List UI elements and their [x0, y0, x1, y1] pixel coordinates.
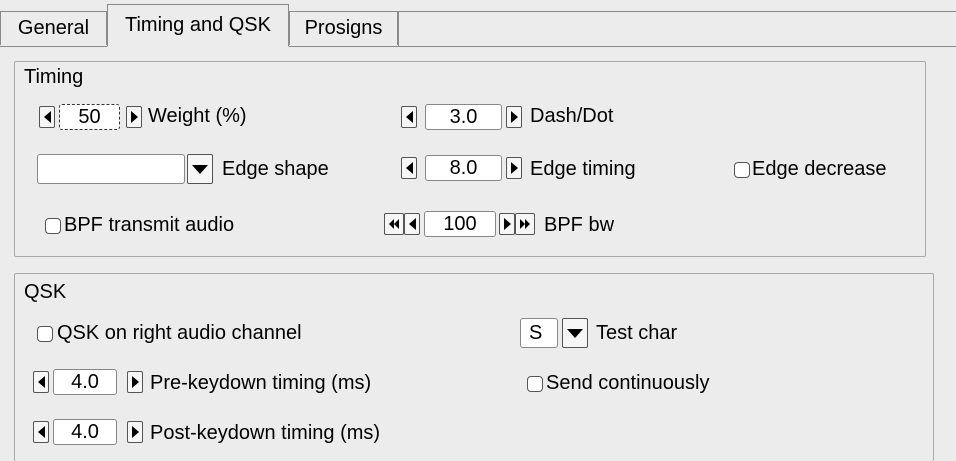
left-arrow-icon — [37, 376, 45, 388]
weight-decrease-button[interactable] — [39, 106, 55, 128]
test-char-label: Test char — [596, 322, 678, 344]
edge-shape-input[interactable] — [37, 154, 185, 184]
double-left-arrow-icon — [389, 219, 399, 229]
bpf-bw-increase-button[interactable] — [499, 213, 515, 235]
edge-timing-input[interactable]: 8.0 — [425, 155, 502, 181]
post-keydown-decrease-button[interactable] — [33, 421, 49, 443]
left-arrow-icon — [408, 218, 416, 230]
right-arrow-icon — [510, 111, 518, 123]
test-char-dropdown-button[interactable] — [562, 318, 588, 348]
right-arrow-icon — [130, 111, 138, 123]
bpf-bw-input[interactable]: 100 — [424, 211, 496, 237]
pre-keydown-label: Pre-keydown timing (ms) — [150, 372, 372, 394]
edge-timing-decrease-button[interactable] — [401, 157, 417, 179]
tab-label: Prosigns — [304, 17, 383, 39]
weight-label: Weight (%) — [148, 105, 247, 127]
bpf-transmit-audio-checkbox[interactable] — [45, 218, 61, 234]
left-arrow-icon — [405, 162, 413, 174]
dashdot-label: Dash/Dot — [530, 105, 614, 127]
bpf-bw-label: BPF bw — [544, 214, 615, 236]
chevron-down-icon — [192, 164, 208, 174]
bpf-bw-decrease-button[interactable] — [404, 213, 420, 235]
timing-group-title: Timing — [24, 66, 84, 88]
qsk-right-channel-label: QSK on right audio channel — [57, 322, 302, 344]
edge-decrease-checkbox[interactable] — [734, 162, 750, 178]
pre-keydown-input[interactable]: 4.0 — [53, 369, 117, 395]
edge-timing-increase-button[interactable] — [506, 157, 522, 179]
edge-timing-label: Edge timing — [530, 158, 636, 180]
tab-prosigns[interactable]: Prosigns — [289, 11, 398, 45]
bpf-bw-fast-decrease-button[interactable] — [384, 213, 404, 235]
double-right-arrow-icon — [520, 219, 530, 229]
dashdot-input[interactable]: 3.0 — [425, 104, 502, 130]
tab-label: General — [17, 17, 90, 39]
post-keydown-increase-button[interactable] — [127, 421, 143, 443]
right-arrow-icon — [131, 376, 139, 388]
tab-bar-filler — [398, 11, 956, 46]
bpf-bw-fast-increase-button[interactable] — [515, 213, 535, 235]
weight-input[interactable]: 50 — [59, 104, 120, 130]
right-arrow-icon — [510, 162, 518, 174]
test-char-input[interactable]: S — [520, 318, 558, 348]
tab-label: Timing and QSK — [125, 14, 271, 36]
qsk-group-title: QSK — [24, 281, 67, 303]
left-arrow-icon — [405, 111, 413, 123]
send-continuously-checkbox[interactable] — [527, 376, 543, 392]
pre-keydown-decrease-button[interactable] — [33, 371, 49, 393]
weight-increase-button[interactable] — [126, 106, 142, 128]
tab-general[interactable]: General — [0, 11, 107, 45]
left-arrow-icon — [43, 111, 51, 123]
tab-timing-and-qsk[interactable]: Timing and QSK — [107, 4, 289, 47]
post-keydown-label: Post-keydown timing (ms) — [150, 422, 381, 444]
qsk-right-channel-checkbox[interactable] — [37, 326, 53, 342]
post-keydown-input[interactable]: 4.0 — [53, 419, 117, 445]
bpf-transmit-audio-label: BPF transmit audio — [64, 214, 235, 236]
chevron-down-icon — [567, 328, 583, 338]
edge-shape-label: Edge shape — [222, 158, 329, 180]
edge-shape-dropdown-button[interactable] — [187, 154, 213, 184]
dashdot-decrease-button[interactable] — [401, 106, 417, 128]
dashdot-increase-button[interactable] — [506, 106, 522, 128]
pre-keydown-increase-button[interactable] — [127, 371, 143, 393]
edge-decrease-label: Edge decrease — [752, 158, 887, 180]
right-arrow-icon — [503, 218, 511, 230]
send-continuously-label: Send continuously — [546, 372, 710, 394]
left-arrow-icon — [37, 426, 45, 438]
right-arrow-icon — [131, 426, 139, 438]
